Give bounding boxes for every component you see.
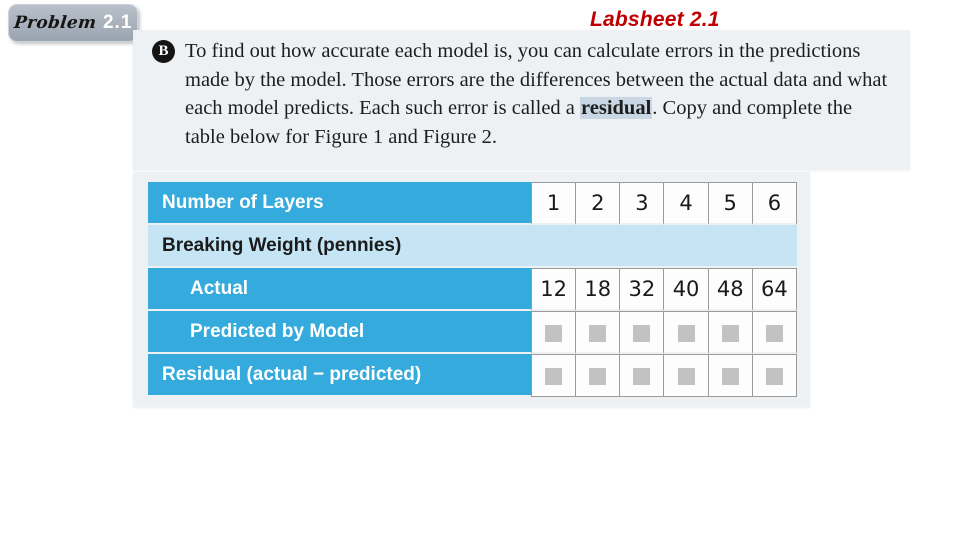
cell-residual-5[interactable] [708, 354, 753, 397]
cell-predicted-5[interactable] [708, 311, 753, 354]
problem-badge-number: 2.1 [102, 12, 133, 33]
cell-residual-1[interactable] [531, 354, 577, 397]
cell-layers-4: 4 [664, 182, 709, 225]
cell-layers-5: 5 [708, 182, 753, 225]
blank-box-icon [677, 324, 695, 342]
cell-residual-2[interactable] [576, 354, 621, 397]
row-label-actual: Actual [148, 268, 532, 311]
blank-box-icon [589, 368, 607, 385]
blank-box-icon [589, 324, 607, 342]
cell-predicted-3[interactable] [620, 311, 665, 354]
table-row: Residual (actual − predicted) [148, 354, 797, 397]
table-row: Actual 12 18 32 40 48 64 [148, 268, 797, 311]
instruction-text: To find out how accurate each model is, … [185, 37, 895, 151]
cell-layers-1: 1 [531, 182, 577, 225]
cell-breaking-5 [708, 225, 753, 268]
row-label-predicted-by-model: Predicted by Model [148, 311, 532, 354]
cell-predicted-2[interactable] [576, 311, 621, 354]
labsheet-title: Labsheet 2.1 [590, 8, 720, 31]
cell-predicted-1[interactable] [531, 311, 577, 354]
cell-breaking-2 [576, 225, 621, 268]
bullet-b-icon: B [152, 40, 175, 63]
breaking-weight-table: Number of Layers 1 2 3 4 5 6 Breaking We… [148, 182, 797, 397]
row-label-number-of-layers: Number of Layers [148, 182, 532, 225]
row-label-residual: Residual (actual − predicted) [148, 354, 532, 397]
blank-box-icon [545, 368, 563, 385]
table-row: Number of Layers 1 2 3 4 5 6 [148, 182, 797, 225]
cell-residual-6[interactable] [752, 354, 797, 397]
cell-breaking-4 [664, 225, 709, 268]
cell-actual-5: 48 [708, 268, 753, 311]
residual-term: residual [580, 97, 653, 119]
row-label-breaking-weight: Breaking Weight (pennies) [148, 225, 532, 268]
blank-box-icon [721, 368, 739, 385]
cell-residual-4[interactable] [664, 354, 709, 397]
table-row: Predicted by Model [148, 311, 797, 354]
blank-box-icon [765, 324, 783, 342]
blank-box-icon [633, 324, 651, 342]
cell-breaking-6 [752, 225, 797, 268]
cell-predicted-6[interactable] [752, 311, 797, 354]
blank-box-icon [721, 324, 739, 342]
problem-badge: Problem 2.1 [8, 4, 138, 42]
blank-box-icon [765, 368, 783, 385]
cell-breaking-3 [620, 225, 665, 268]
cell-residual-3[interactable] [620, 354, 665, 397]
cell-breaking-1 [531, 225, 577, 268]
cell-layers-6: 6 [752, 182, 797, 225]
blank-box-icon [677, 368, 695, 385]
cell-predicted-4[interactable] [664, 311, 709, 354]
blank-box-icon [633, 368, 651, 385]
problem-badge-word: Problem [12, 13, 98, 33]
cell-actual-6: 64 [752, 268, 797, 311]
cell-actual-2: 18 [576, 268, 621, 311]
instruction-panel: B To find out how accurate each model is… [133, 30, 910, 170]
cell-actual-3: 32 [620, 268, 665, 311]
cell-layers-3: 3 [620, 182, 665, 225]
cell-actual-4: 40 [664, 268, 709, 311]
cell-actual-1: 12 [531, 268, 577, 311]
table-row: Breaking Weight (pennies) [148, 225, 797, 268]
cell-layers-2: 2 [576, 182, 621, 225]
blank-box-icon [545, 324, 563, 342]
table-panel: Number of Layers 1 2 3 4 5 6 Breaking We… [133, 172, 810, 407]
